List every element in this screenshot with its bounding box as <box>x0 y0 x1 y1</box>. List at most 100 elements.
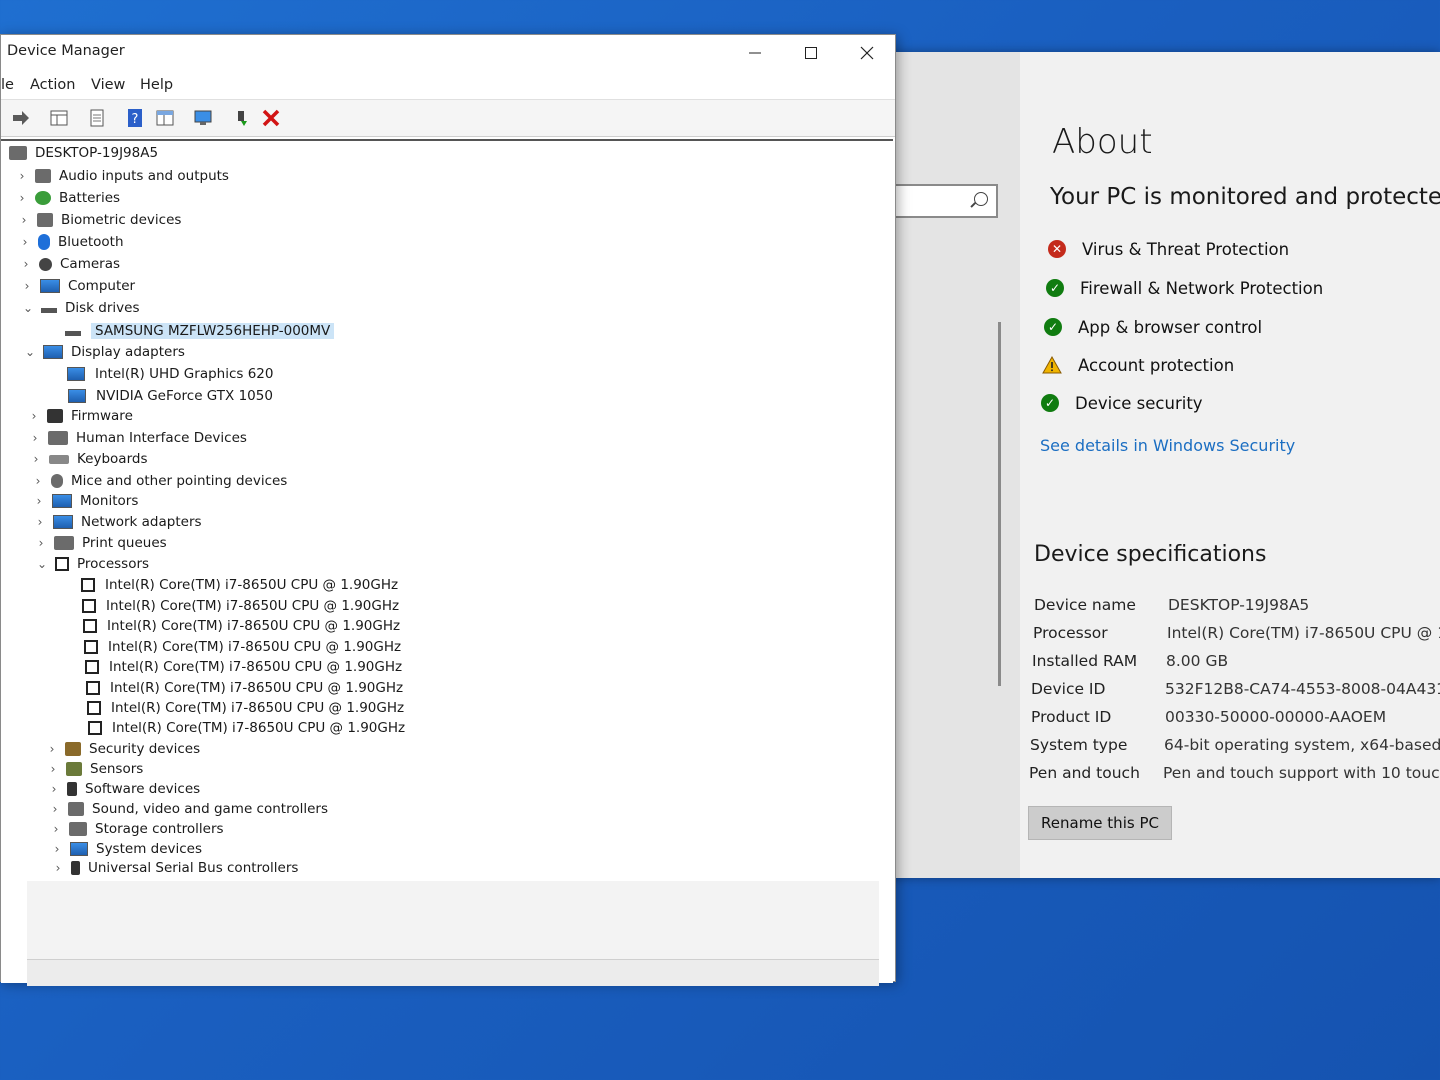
tree-item-mice[interactable]: › Mice and other pointing devices <box>31 471 288 491</box>
enable-device-icon[interactable] <box>233 108 253 128</box>
toolbar: ? <box>1 99 895 137</box>
tree-item-label: NVIDIA GeForce GTX 1050 <box>96 388 273 404</box>
tree-item-display-adapters[interactable]: ⌄ Display adapters <box>23 342 185 362</box>
tree-item-firmware[interactable]: › Firmware <box>27 406 133 426</box>
spec-value: 00330-50000-00000-AAOEM <box>1165 708 1387 726</box>
chevron-right-icon[interactable]: › <box>20 279 34 293</box>
tree-child-nvidia-graphics[interactable]: NVIDIA GeForce GTX 1050 <box>68 386 273 406</box>
tree-item-sensors[interactable]: › Sensors <box>46 759 144 779</box>
tree-child-cpu[interactable]: Intel(R) Core(TM) i7-8650U CPU @ 1.90GHz <box>86 678 403 698</box>
tree-item-label: Keyboards <box>77 451 148 467</box>
tree-item-biometric[interactable]: › Biometric devices <box>17 210 182 230</box>
security-item-device[interactable]: ✓ Device security <box>1041 390 1203 416</box>
chevron-down-icon[interactable]: ⌄ <box>35 557 49 571</box>
tree-item-hid[interactable]: › Human Interface Devices <box>28 428 247 448</box>
tree-item-storage-controllers[interactable]: › Storage controllers <box>49 819 224 839</box>
menu-help[interactable]: Help <box>140 77 173 93</box>
chevron-right-icon[interactable]: › <box>45 742 59 756</box>
menu-file[interactable]: le <box>1 77 14 93</box>
security-item-app-browser[interactable]: ✓ App & browser control <box>1044 314 1262 340</box>
tree-item-batteries[interactable]: › Batteries <box>15 188 120 208</box>
scan-hardware-icon[interactable] <box>193 108 213 128</box>
security-item-firewall[interactable]: ✓ Firewall & Network Protection <box>1046 275 1323 301</box>
tree-child-cpu[interactable]: Intel(R) Core(TM) i7-8650U CPU @ 1.90GHz <box>85 657 402 677</box>
chevron-right-icon[interactable]: › <box>47 782 61 796</box>
menu-view[interactable]: View <box>91 77 125 93</box>
display-icon <box>67 367 85 381</box>
tree-child-intel-graphics[interactable]: Intel(R) UHD Graphics 620 <box>67 364 274 384</box>
update-driver-icon[interactable] <box>155 108 175 128</box>
tree-item-security-devices[interactable]: › Security devices <box>45 739 201 759</box>
uninstall-x-icon[interactable] <box>261 108 281 128</box>
chevron-right-icon[interactable]: › <box>27 409 41 423</box>
tree-root[interactable]: DESKTOP-19J98A5 <box>9 143 158 163</box>
tree-item-cameras[interactable]: › Cameras <box>19 254 120 274</box>
title-bar[interactable]: Device Manager <box>1 35 895 71</box>
tree-item-bluetooth[interactable]: › Bluetooth <box>18 232 124 252</box>
tree-child-cpu[interactable]: Intel(R) Core(TM) i7-8650U CPU @ 1.90GHz <box>84 637 401 657</box>
processor-icon <box>87 701 101 715</box>
chevron-right-icon[interactable]: › <box>49 822 63 836</box>
chevron-right-icon[interactable]: › <box>17 213 31 227</box>
chevron-right-icon[interactable]: › <box>50 842 64 856</box>
maximize-button[interactable] <box>791 39 831 67</box>
tree-item-sound-video[interactable]: › Sound, video and game controllers <box>48 799 328 819</box>
maximize-icon <box>805 47 817 59</box>
tree-item-network[interactable]: › Network adapters <box>33 512 202 532</box>
security-item-account[interactable]: Account protection <box>1042 352 1234 378</box>
chevron-right-icon[interactable]: › <box>33 515 47 529</box>
tree-child-samsung-disk[interactable]: SAMSUNG MZFLW256HEHP-000MV <box>65 321 335 341</box>
network-icon <box>53 515 73 529</box>
nav-scrollbar[interactable] <box>998 322 1001 686</box>
tree-child-cpu[interactable]: Intel(R) Core(TM) i7-8650U CPU @ 1.90GHz <box>83 616 400 636</box>
chevron-down-icon[interactable]: ⌄ <box>21 301 35 315</box>
biometric-icon <box>37 213 53 227</box>
document-icon[interactable] <box>87 108 107 128</box>
search-icon[interactable] <box>974 192 988 206</box>
chevron-right-icon[interactable]: › <box>18 235 32 249</box>
chevron-right-icon[interactable]: › <box>29 452 43 466</box>
software-icon <box>67 782 77 796</box>
chevron-right-icon[interactable]: › <box>31 474 45 488</box>
chevron-right-icon[interactable]: › <box>34 536 48 550</box>
menu-action[interactable]: Action <box>30 77 75 93</box>
chevron-right-icon[interactable]: › <box>19 257 33 271</box>
tree-child-cpu[interactable]: Intel(R) Core(TM) i7-8650U CPU @ 1.90GHz <box>88 718 405 738</box>
close-button[interactable] <box>847 39 887 67</box>
tree-item-print-queues[interactable]: › Print queues <box>34 533 167 553</box>
tree-item-usb[interactable]: › Universal Serial Bus controllers <box>51 858 299 878</box>
properties-grid-icon[interactable] <box>49 108 69 128</box>
minimize-button[interactable] <box>735 39 775 67</box>
chevron-right-icon[interactable]: › <box>32 494 46 508</box>
processor-icon <box>82 599 96 613</box>
settings-search-input[interactable] <box>890 184 998 218</box>
chevron-down-icon[interactable]: ⌄ <box>23 345 37 359</box>
tree-item-processors[interactable]: ⌄ Processors <box>35 554 149 574</box>
chevron-right-icon[interactable]: › <box>48 802 62 816</box>
tree-item-system-devices[interactable]: › System devices <box>50 839 202 859</box>
tree-child-cpu[interactable]: Intel(R) Core(TM) i7-8650U CPU @ 1.90GHz <box>87 698 404 718</box>
help-icon[interactable]: ? <box>125 108 145 128</box>
tree-item-software-devices[interactable]: › Software devices <box>47 779 201 799</box>
chevron-right-icon[interactable]: › <box>28 431 42 445</box>
tree-item-keyboards[interactable]: › Keyboards <box>29 449 148 469</box>
windows-security-link[interactable]: See details in Windows Security <box>1040 436 1295 455</box>
chevron-right-icon[interactable]: › <box>46 762 60 776</box>
chevron-right-icon[interactable]: › <box>15 169 29 183</box>
tree-child-cpu[interactable]: Intel(R) Core(TM) i7-8650U CPU @ 1.90GHz <box>82 596 399 616</box>
tree-item-computer[interactable]: › Computer <box>20 276 136 296</box>
security-item-virus[interactable]: ✕ Virus & Threat Protection <box>1048 236 1289 262</box>
tree-item-disk-drives[interactable]: ⌄ Disk drives <box>21 298 140 318</box>
sound-icon <box>68 802 84 816</box>
chevron-right-icon[interactable]: › <box>15 191 29 205</box>
tree-item-audio[interactable]: › Audio inputs and outputs <box>15 166 229 186</box>
computer-icon <box>9 146 27 160</box>
forward-arrow-icon[interactable] <box>11 108 31 128</box>
spec-row-device-id: Device ID 532F12B8-CA74-4553-8008-04A431A… <box>1031 680 1440 698</box>
tree-item-label: Cameras <box>60 256 121 272</box>
rename-pc-button[interactable]: Rename this PC <box>1028 806 1172 840</box>
tree-child-cpu[interactable]: Intel(R) Core(TM) i7-8650U CPU @ 1.90GHz <box>81 575 398 595</box>
spec-value: DESKTOP-19J98A5 <box>1168 596 1310 614</box>
tree-item-monitors[interactable]: › Monitors <box>32 491 139 511</box>
chevron-right-icon[interactable]: › <box>51 861 65 875</box>
